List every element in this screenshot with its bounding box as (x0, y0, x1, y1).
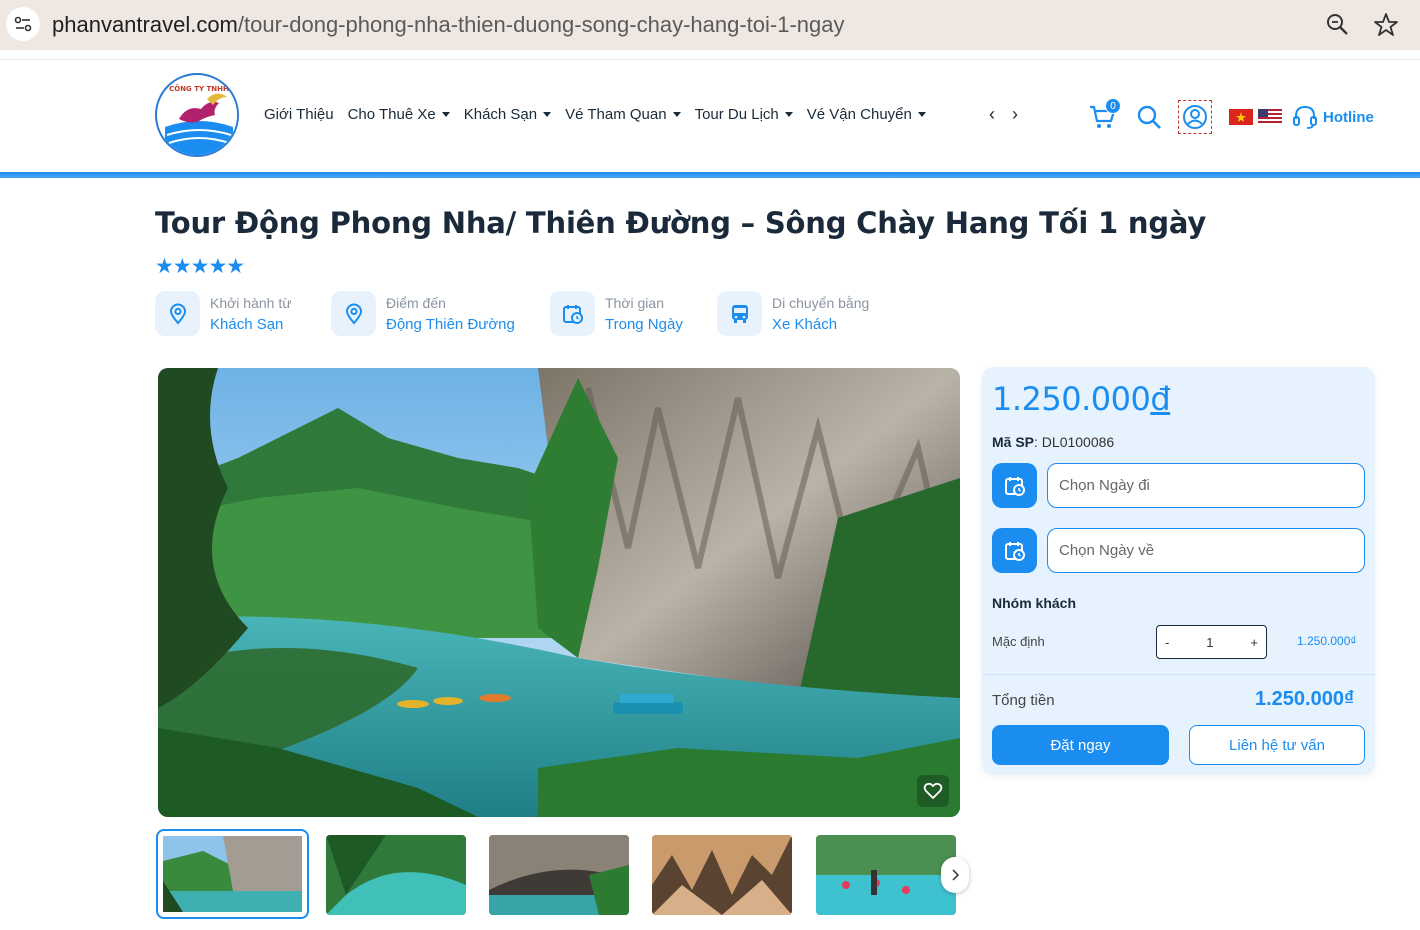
main-nav: Giới Thiệu Cho Thuê Xe Khách Sạn Vé Tham… (264, 106, 940, 123)
nav-item-tour-du-lich[interactable]: Tour Du Lịch (695, 106, 793, 123)
price-currency: đ (1150, 380, 1171, 418)
price-number: 1.250.000 (992, 380, 1151, 418)
info-label: Di chuyển bằng (772, 294, 870, 311)
us-flag-icon[interactable] (1258, 109, 1282, 125)
info-label: Điểm đến (386, 294, 446, 311)
zoom-icon[interactable] (1325, 12, 1351, 38)
nav-label: Giới Thiệu (264, 106, 334, 123)
contact-consult-button[interactable]: Liên hệ tư vấn (1189, 725, 1365, 765)
url-text[interactable]: phanvantravel.com/tour-dong-phong-nha-th… (52, 12, 845, 38)
info-value: Khách Sạn (210, 315, 284, 333)
nav-label: Khách Sạn (463, 106, 538, 123)
total-value: 1.250.000₫ (1255, 688, 1355, 710)
divider (982, 674, 1375, 675)
depart-date-calendar-button[interactable] (992, 463, 1037, 508)
info-label: Thời gian (605, 294, 664, 311)
caret-down-icon (543, 112, 552, 117)
calendar-clock-icon (1004, 476, 1025, 496)
divider (0, 59, 1420, 60)
thumbnail-3[interactable] (489, 835, 629, 915)
nav-scroll-arrows[interactable]: ‹ › (989, 104, 1024, 125)
chevron-right-icon (952, 869, 960, 881)
quantity-stepper[interactable]: - 1 + (1156, 625, 1267, 659)
info-depart-from: Khởi hành từ Khách Sạn (155, 291, 292, 336)
info-destination: Điểm đến Động Thiên Đường (331, 291, 515, 336)
sku-value: : DL0100086 (1034, 434, 1115, 450)
return-date-input[interactable]: Chọn Ngày về (1047, 528, 1365, 573)
site-settings-icon[interactable] (6, 7, 40, 41)
location-pin-icon (331, 291, 376, 336)
nav-item-khach-san[interactable]: Khách Sạn (463, 106, 552, 123)
caret-down-icon (441, 112, 450, 117)
bookmark-star-icon[interactable] (1373, 12, 1399, 38)
return-date-placeholder: Chọn Ngày về (1059, 542, 1155, 559)
calendar-clock-icon (550, 291, 595, 336)
nav-label: Tour Du Lịch (694, 106, 779, 123)
user-icon (1183, 105, 1207, 129)
guest-type-label: Mặc định (992, 634, 1045, 649)
url-domain: phanvantravel.com (52, 12, 238, 37)
nav-item-ve-van-chuyen[interactable]: Vé Vận Chuyển (807, 106, 926, 123)
nav-item-ve-tham-quan[interactable]: Vé Tham Quan (565, 106, 681, 123)
info-duration: Thời gian Trong Ngày (550, 291, 683, 336)
header-accent-bar (0, 172, 1420, 178)
depart-date-placeholder: Chọn Ngày đi (1059, 477, 1150, 494)
hotline-link[interactable]: Hotline (1323, 109, 1374, 126)
info-transport: Di chuyển bằng Xe Khách (717, 291, 869, 336)
depart-date-input[interactable]: Chọn Ngày đi (1047, 463, 1365, 508)
increment-button[interactable]: + (1250, 635, 1258, 650)
favorite-heart-icon[interactable] (917, 775, 949, 807)
caret-down-icon (917, 112, 926, 117)
calendar-clock-icon (1004, 541, 1025, 561)
tour-price: 1.250.000đ (992, 380, 1171, 418)
info-value: Xe Khách (772, 315, 838, 333)
nav-item-gioi-thieu[interactable]: Giới Thiệu (264, 106, 334, 123)
guest-group-title: Nhóm khách (992, 595, 1077, 611)
bus-icon (717, 291, 762, 336)
sku-label: Mã SP (992, 434, 1035, 450)
rating-stars: ★★★★★ (155, 255, 245, 278)
nav-label: Vé Vận Chuyển (806, 106, 912, 123)
cart-count-badge: 0 (1105, 98, 1121, 114)
thumbnail-1[interactable] (156, 829, 309, 919)
thumbnail-next-button[interactable] (941, 857, 969, 893)
url-path: /tour-dong-phong-nha-thien-duong-song-ch… (237, 12, 845, 37)
nav-label: Cho Thuê Xe (347, 106, 436, 123)
headset-icon[interactable] (1292, 104, 1318, 135)
return-date-calendar-button[interactable] (992, 528, 1037, 573)
account-button[interactable] (1178, 100, 1212, 134)
thumbnail-5[interactable] (816, 835, 956, 915)
nav-item-cho-thue-xe[interactable]: Cho Thuê Xe (348, 106, 450, 123)
page-title: Tour Động Phong Nha/ Thiên Đường – Sông … (155, 206, 1207, 240)
product-code: Mã SP: DL0100086 (992, 434, 1114, 450)
info-value: Động Thiên Đường (386, 315, 515, 333)
thumbnail-4[interactable] (652, 835, 792, 915)
quantity-value[interactable]: 1 (1206, 635, 1213, 650)
unit-price: 1.250.000₫ (1297, 634, 1357, 648)
search-icon[interactable] (1136, 104, 1162, 135)
location-pin-icon (155, 291, 200, 336)
nav-label: Vé Tham Quan (565, 106, 667, 123)
caret-down-icon (784, 112, 793, 117)
total-label: Tổng tiền (992, 692, 1055, 709)
book-now-button[interactable]: Đặt ngay (992, 725, 1169, 765)
caret-down-icon (672, 112, 681, 117)
svg-text:CÔNG TY TNHH: CÔNG TY TNHH (169, 84, 229, 93)
info-label: Khởi hành từ (210, 294, 292, 311)
tour-main-image[interactable] (158, 368, 960, 817)
decrement-button[interactable]: - (1165, 635, 1169, 650)
vietnam-flag-icon[interactable] (1229, 109, 1253, 125)
company-logo[interactable]: CÔNG TY TNHH (155, 73, 239, 157)
browser-address-bar: phanvantravel.com/tour-dong-phong-nha-th… (0, 0, 1420, 50)
thumbnail-2[interactable] (326, 835, 466, 915)
info-value: Trong Ngày (605, 315, 683, 333)
